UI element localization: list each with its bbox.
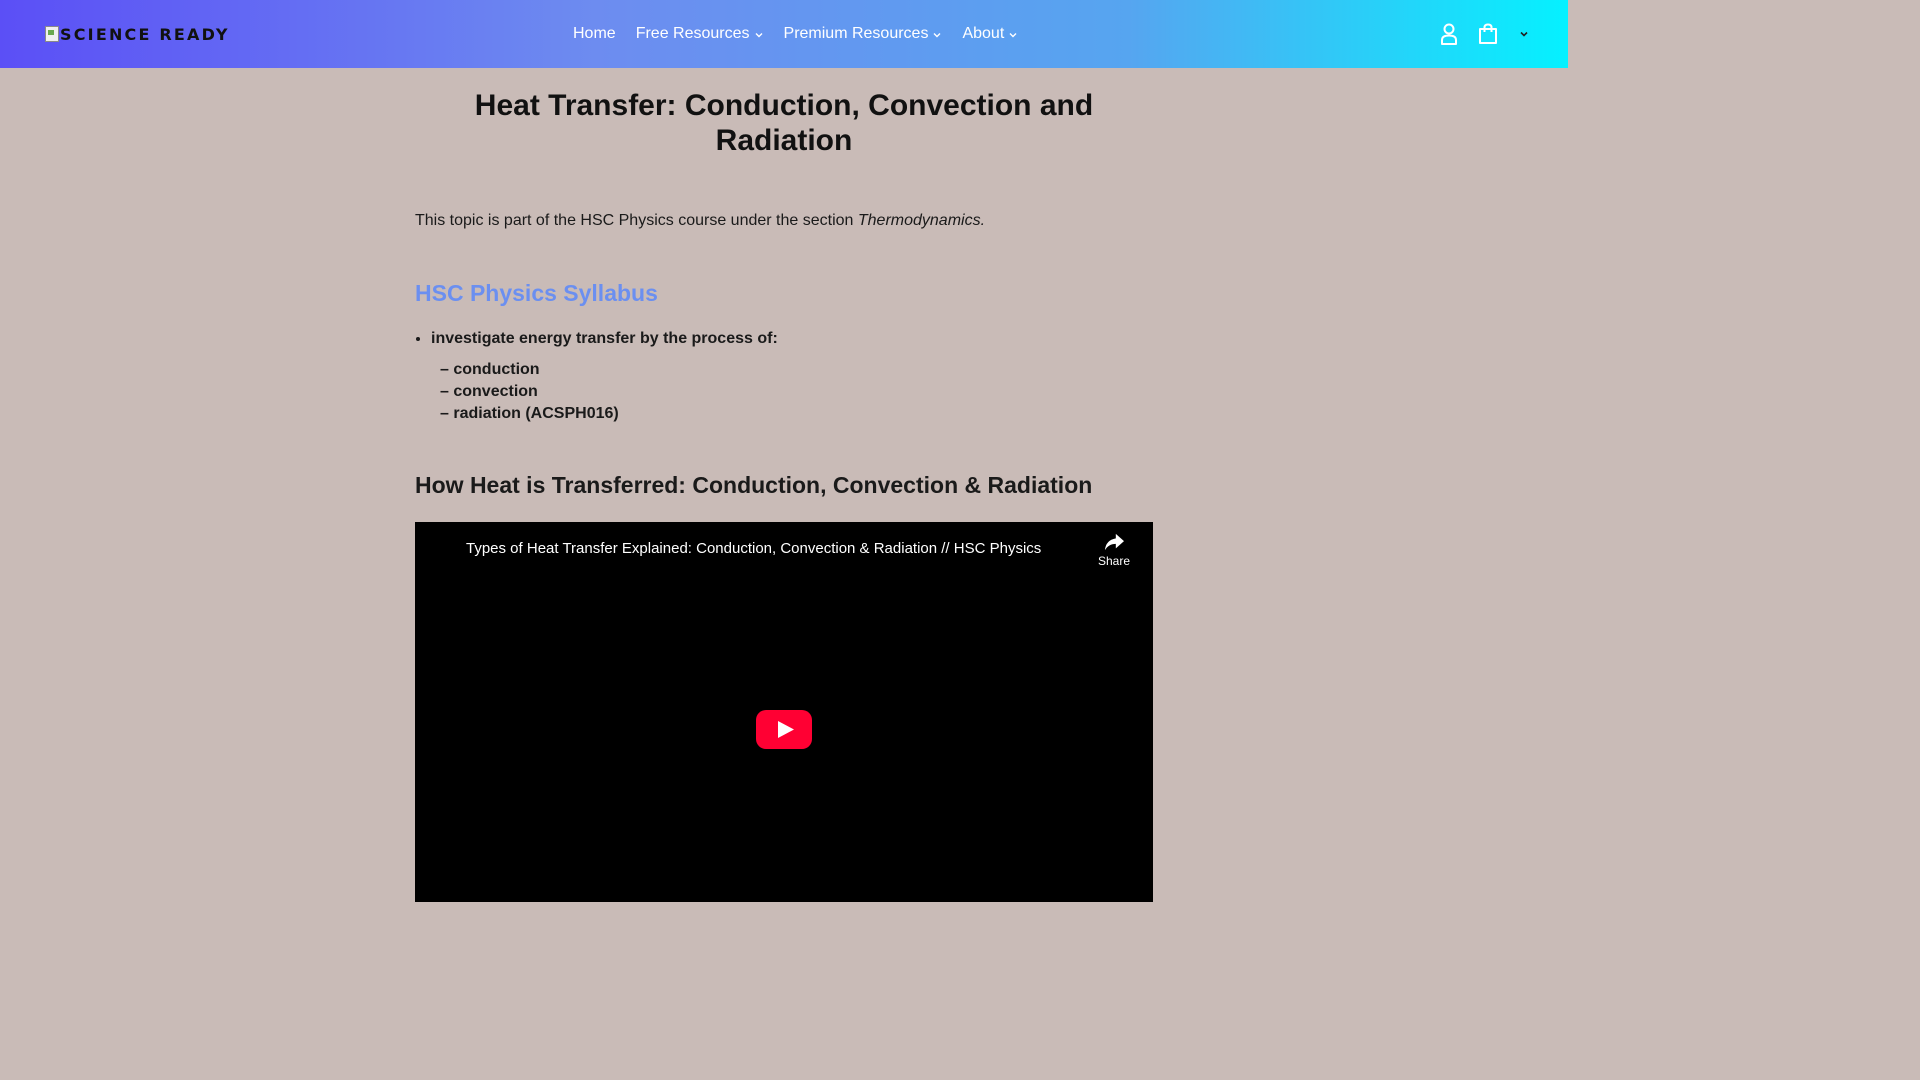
section-heading: How Heat is Transferred: Conduction, Con… [415, 472, 1093, 498]
share-label: Share [1097, 554, 1131, 568]
syllabus-sub-items: – conduction – convection – radiation (A… [440, 359, 1153, 425]
nav-item-premium-resources[interactable]: Premium Resources [774, 25, 953, 43]
syllabus-list: investigate energy transfer by the proce… [415, 329, 1153, 349]
chevron-down-icon [1009, 33, 1017, 38]
main-nav: Home Free Resources Premium Resources Ab… [563, 0, 1028, 68]
nav-item-home[interactable]: Home [563, 25, 626, 43]
share-button[interactable]: Share [1097, 532, 1131, 568]
video-embed[interactable]: Types of Heat Transfer Explained: Conduc… [415, 522, 1153, 902]
list-item: investigate energy transfer by the proce… [431, 329, 1153, 349]
nav-item-about[interactable]: About [952, 25, 1028, 43]
page-title: Heat Transfer: Conduction, Convection an… [474, 89, 1094, 157]
logo-text: SCIENCE READY [60, 24, 230, 44]
syllabus-heading: HSC Physics Syllabus [415, 280, 658, 306]
chevron-down-icon [1520, 31, 1528, 37]
play-button[interactable] [756, 710, 812, 749]
site-logo[interactable]: SCIENCE READY [45, 22, 230, 46]
chevron-down-icon [755, 33, 763, 38]
broken-image-icon [45, 26, 59, 42]
chevron-down-icon [933, 33, 941, 38]
currency-selector[interactable] [1518, 28, 1530, 40]
nav-item-label: Premium Resources [783, 25, 929, 42]
video-title[interactable]: Types of Heat Transfer Explained: Conduc… [466, 540, 1041, 558]
shopping-bag-icon[interactable] [1476, 22, 1500, 46]
nav-item-label: Free Resources [635, 25, 750, 42]
list-item: – convection [440, 383, 538, 400]
list-item: – conduction [440, 361, 540, 378]
site-header: SCIENCE READY Home Free Resources Premiu… [0, 0, 1568, 68]
account-icon[interactable] [1437, 22, 1461, 46]
nav-item-label: Home [573, 25, 616, 42]
header-icons [1437, 0, 1530, 68]
nav-item-label: About [962, 25, 1005, 42]
list-item: – radiation (ACSPH016) [440, 405, 619, 422]
intro-paragraph: This topic is part of the HSC Physics co… [415, 211, 1153, 231]
intro-section-name: Thermodynamics. [857, 212, 986, 229]
article-content: Heat Transfer: Conduction, Convection an… [415, 68, 1153, 902]
intro-text: This topic is part of the HSC Physics co… [415, 212, 858, 229]
nav-item-free-resources[interactable]: Free Resources [626, 25, 774, 43]
share-icon [1104, 533, 1124, 551]
